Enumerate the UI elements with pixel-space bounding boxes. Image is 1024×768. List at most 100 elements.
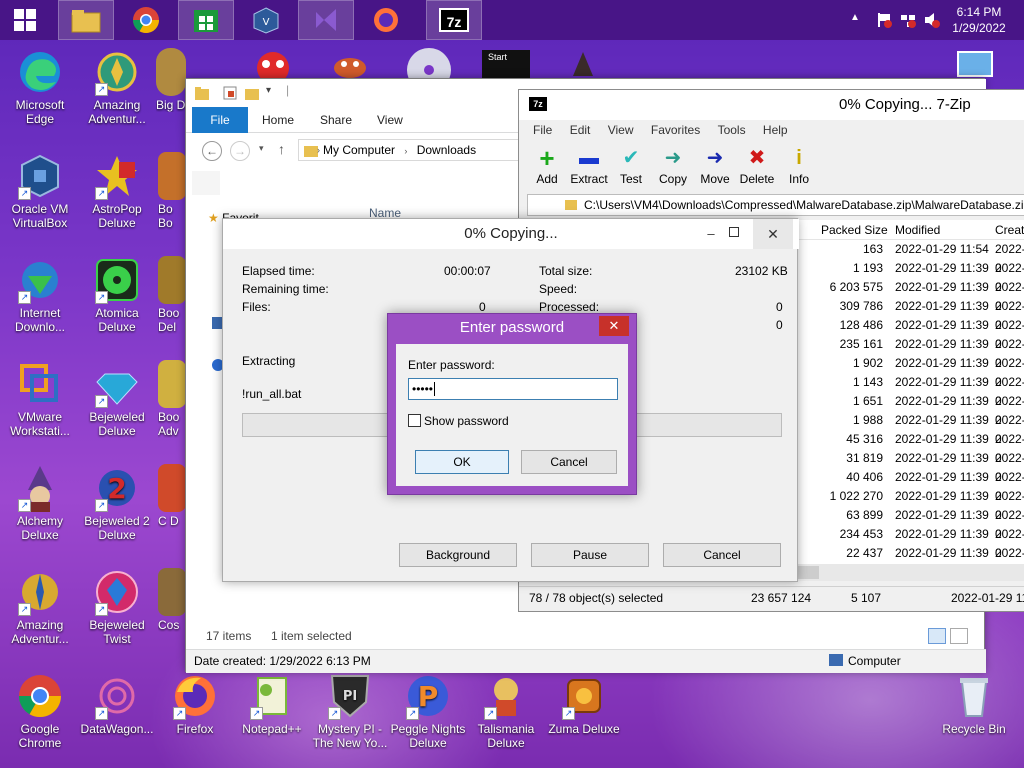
ok-button[interactable]: OK — [415, 450, 509, 474]
cancel-button[interactable]: Cancel — [663, 543, 781, 567]
desktop-icon-notepad-plus-plus[interactable]: ↗ Notepad++ — [234, 672, 310, 736]
modified-cell: 2022-01-29 11:39 — [895, 527, 989, 541]
properties-icon[interactable] — [222, 85, 238, 104]
desktop-icon-recycle-bin[interactable]: Recycle Bin — [936, 672, 1012, 736]
icon-label: Notepad++ — [242, 722, 302, 736]
desktop-icon-atomica[interactable]: ↗ Atomica Deluxe — [79, 256, 155, 334]
sevenzip-titlebar[interactable]: 7z 0% Copying... 7-Zip — [519, 90, 1024, 120]
desktop-icon-bejeweled-2[interactable]: 2 ↗ Bejeweled 2 Deluxe — [79, 464, 155, 542]
info-button[interactable]: i Info — [779, 146, 819, 186]
close-icon[interactable]: ✕ — [753, 219, 793, 249]
close-button[interactable]: ✕ — [599, 316, 629, 336]
desktop-icon-peggle[interactable]: P ↗ Peggle Nights Deluxe — [390, 672, 466, 750]
menu-file[interactable]: File — [533, 123, 552, 137]
action-center-flag-icon[interactable] — [876, 12, 892, 28]
password-cancel-button[interactable]: Cancel — [521, 450, 617, 474]
show-hidden-icons-icon[interactable]: ▲ — [850, 12, 866, 28]
witch-icon[interactable] — [565, 50, 601, 78]
column-packed-size[interactable]: Packed Size — [821, 220, 888, 240]
back-button[interactable]: ← — [202, 141, 222, 161]
network-icon[interactable] — [900, 12, 916, 28]
forward-button[interactable]: → — [230, 141, 250, 161]
show-password-checkbox[interactable] — [408, 414, 421, 427]
menu-view[interactable]: View — [608, 123, 634, 137]
start-button[interactable] — [2, 0, 48, 40]
desktop-icon-partial-3[interactable]: Boo Del — [158, 256, 186, 334]
desktop-icon-partial-2[interactable]: Bo Bo — [158, 152, 186, 230]
copying-titlebar[interactable]: 0% Copying... – ✕ — [223, 219, 799, 249]
toad-icon[interactable] — [254, 48, 292, 84]
column-modified[interactable]: Modified — [895, 220, 940, 240]
background-button[interactable]: Background — [399, 543, 517, 567]
address-bar[interactable]: › My Computer › Downloads — [298, 139, 528, 161]
tab-file[interactable]: File — [192, 107, 248, 133]
test-button[interactable]: ✔ Test — [611, 146, 651, 186]
desktop-icon-partial-5[interactable]: C D — [158, 464, 186, 528]
taskbar-chrome[interactable] — [118, 0, 174, 40]
desktop-icon-partial-4[interactable]: Boo Adv — [158, 360, 186, 438]
menu-help[interactable]: Help — [763, 123, 788, 137]
desktop-icon-vmware[interactable]: VMware Workstati... — [2, 360, 78, 438]
desktop-icon-datawagon[interactable]: ↗ DataWagon... — [79, 672, 155, 736]
start-menu-app-icon[interactable]: Start — [482, 50, 530, 78]
tab-view[interactable]: View — [363, 107, 417, 133]
desktop-icon-big-d[interactable]: Big D — [156, 48, 186, 112]
back-arrow-icon: ← — [206, 144, 218, 158]
archive-path-field[interactable]: C:\Users\VM4\Downloads\Compressed\Malwar… — [527, 194, 1024, 216]
column-created[interactable]: Create — [995, 220, 1024, 240]
taskbar-firefox[interactable] — [358, 0, 414, 40]
desktop-icon-astropop[interactable]: ↗ AstroPop Deluxe — [79, 152, 155, 230]
menu-favorites[interactable]: Favorites — [651, 123, 700, 137]
menu-tools[interactable]: Tools — [718, 123, 746, 137]
creature-icon[interactable] — [330, 50, 370, 78]
computer-icon[interactable] — [952, 48, 998, 80]
desktop-icon-idm[interactable]: ↗ Internet Downlo... — [2, 256, 78, 334]
pause-button[interactable]: Pause — [531, 543, 649, 567]
desktop-icon-virtualbox[interactable]: ↗ Oracle VM VirtualBox — [2, 152, 78, 230]
taskbar-virtualbox[interactable]: V — [238, 0, 294, 40]
taskbar-visual-studio[interactable] — [298, 0, 354, 40]
tab-home[interactable]: Home — [248, 107, 308, 133]
details-view-icon[interactable] — [928, 628, 946, 644]
taskbar-7zip[interactable]: 7z — [426, 0, 482, 40]
new-folder-icon[interactable] — [244, 85, 260, 104]
sevenzip-status-bar: 78 / 78 object(s) selected 23 657 124 5 … — [519, 586, 1024, 608]
desktop-icon-amazing-adventures-2[interactable]: ↗ Amazing Adventur... — [2, 568, 78, 646]
desktop-icon-bejeweled-twist[interactable]: ↗ Bejeweled Twist — [79, 568, 155, 646]
menu-edit[interactable]: Edit — [570, 123, 591, 137]
minimize-icon[interactable]: – — [699, 219, 723, 249]
disc-icon[interactable] — [405, 46, 453, 92]
desktop-icon-edge[interactable]: Microsoft Edge — [2, 48, 78, 126]
taskbar-file-explorer[interactable] — [58, 0, 114, 40]
desktop-icon-zuma[interactable]: ↗ Zuma Deluxe — [546, 672, 622, 736]
extract-button[interactable]: ▬ Extract — [569, 146, 609, 186]
up-button[interactable]: ↑ — [278, 141, 285, 157]
icon-label: Oracle VM VirtualBox — [11, 202, 69, 230]
show-password-label[interactable]: Show password — [424, 414, 509, 428]
taskbar-store[interactable] — [178, 0, 234, 40]
quick-access-dropdown-icon[interactable]: ▾ — [266, 85, 271, 96]
password-input[interactable]: ••••• — [408, 378, 618, 400]
move-button[interactable]: ➜ Move — [695, 146, 735, 186]
taskbar-clock[interactable]: 6:14 PM 1/29/2022 — [944, 4, 1014, 36]
desktop-icon-bejeweled[interactable]: ↗ Bejeweled Deluxe — [79, 360, 155, 438]
enter-password-dialog[interactable]: Enter password ✕ Enter password: ••••• S… — [387, 313, 637, 495]
desktop-icon-amazing-adventures[interactable]: ↗ Amazing Adventur... — [79, 48, 155, 126]
copy-button[interactable]: ➜ Copy — [653, 146, 693, 186]
tab-share[interactable]: Share — [306, 107, 366, 133]
breadcrumb-downloads[interactable]: Downloads — [417, 143, 476, 157]
desktop-icon-mystery-pi[interactable]: PI ↗ Mystery PI - The New Yo... — [312, 672, 388, 750]
maximize-icon[interactable] — [729, 227, 739, 237]
desktop-icon-talismania[interactable]: ↗ Talismania Deluxe — [468, 672, 544, 750]
desktop-icon-partial-6[interactable]: Cos — [158, 568, 186, 632]
add-button[interactable]: + Add — [527, 145, 567, 186]
item-count: 17 items — [206, 629, 252, 643]
volume-icon[interactable] — [924, 12, 940, 28]
recent-locations-chevron-icon[interactable]: ▾ — [259, 143, 264, 154]
desktop-icon-chrome[interactable]: Google Chrome — [2, 672, 78, 750]
desktop-icon-alchemy[interactable]: ↗ Alchemy Deluxe — [2, 464, 78, 542]
desktop-icon-firefox[interactable]: ↗ Firefox — [157, 672, 233, 736]
delete-button[interactable]: ✖ Delete — [737, 146, 777, 186]
breadcrumb-my-computer[interactable]: My Computer — [323, 143, 395, 157]
large-icons-view-icon[interactable] — [950, 628, 968, 644]
